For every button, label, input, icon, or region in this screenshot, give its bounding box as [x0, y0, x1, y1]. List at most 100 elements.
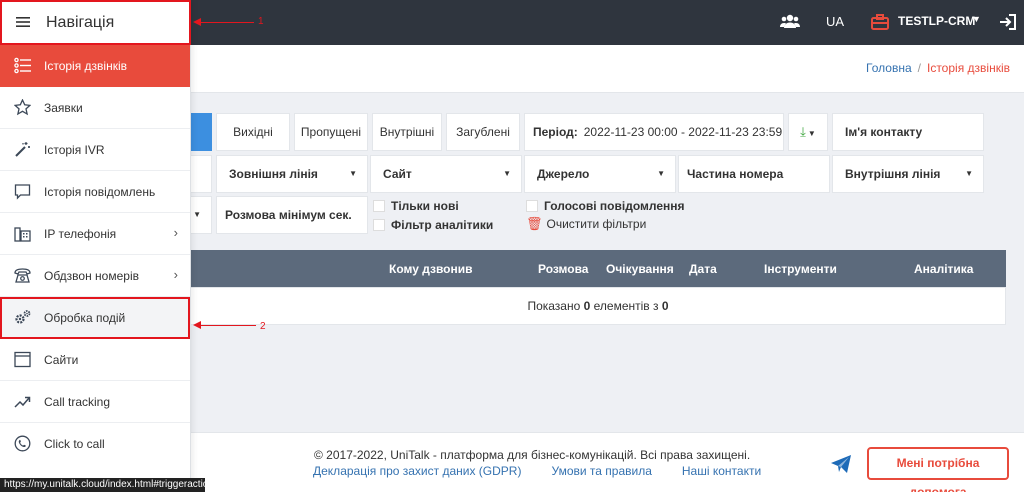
breadcrumb-home-link[interactable]: Головна	[866, 61, 912, 75]
empty-from: 0	[583, 299, 591, 313]
column-header-analytics: Аналітика	[914, 262, 974, 276]
browser-window-icon	[14, 351, 31, 368]
users-icon[interactable]	[780, 13, 800, 31]
sidebar-item-label: IP телефонія	[44, 227, 117, 241]
checkbox-box[interactable]	[526, 200, 538, 212]
sidebar-header: Навігація	[0, 0, 191, 45]
internal-line-select[interactable]: Внутрішня лінія ▼	[832, 155, 984, 193]
source-select[interactable]: Джерело ▼	[524, 155, 676, 193]
clear-filters-label: Очистити фільтри	[546, 217, 647, 231]
telephone-icon	[14, 268, 31, 283]
sidebar-item-label: Історія дзвінків	[44, 59, 128, 73]
analytics-filter-checkbox[interactable]: Фільтр аналітики	[373, 218, 493, 232]
number-part-input[interactable]: Частина номера	[678, 155, 830, 193]
chevron-down-icon: ▼	[503, 169, 511, 178]
sidebar: Навігація Історія дзвінків Заявки Історі…	[0, 0, 191, 492]
table-header: Кому дзвонив Розмова Очікування Дата Інс…	[190, 250, 1006, 287]
phone-station-icon	[14, 227, 31, 242]
checkbox-box[interactable]	[373, 219, 385, 231]
column-header-tools: Інструменти	[764, 262, 837, 276]
column-header-talk[interactable]: Розмова	[538, 262, 588, 276]
clear-filters-button[interactable]: 🗑 Очистити фільтри	[526, 216, 646, 232]
period-value: 2022-11-23 00:00 - 2022-11-23 23:59	[583, 125, 783, 139]
source-label: Джерело	[537, 167, 590, 181]
export-button[interactable]: ⤓ ▼	[788, 113, 828, 151]
analytics-filter-label: Фільтр аналітики	[391, 218, 494, 232]
annotation-arrow-2	[200, 325, 256, 326]
internal-line-label: Внутрішня лінія	[845, 167, 941, 181]
message-icon	[14, 184, 31, 200]
table-empty-row: Показано 0 елементів з 0	[190, 287, 1006, 325]
hamburger-menu-icon[interactable]	[16, 17, 30, 27]
briefcase-icon	[871, 14, 889, 30]
trend-icon	[14, 396, 31, 408]
empty-prefix: Показано	[527, 299, 581, 313]
logout-icon[interactable]	[999, 13, 1017, 31]
site-select[interactable]: Сайт ▼	[370, 155, 522, 193]
contacts-link[interactable]: Наші контакти	[682, 464, 761, 478]
annotation-number-2: 2	[260, 321, 266, 332]
annotation-number-1: 1	[258, 16, 264, 27]
copyright-text: © 2017-2022, UniTalk - платформа для біз…	[314, 448, 751, 462]
sidebar-item-label: Заявки	[44, 101, 83, 115]
sidebar-item-number-dialing[interactable]: Обдзвон номерів ›	[0, 255, 190, 297]
chevron-down-icon: ▼	[657, 169, 665, 178]
footer-links: Декларація про захист даних (GDPR) Умови …	[313, 464, 791, 478]
voice-messages-checkbox[interactable]: Голосові повідомлення	[526, 199, 685, 213]
external-line-label: Зовнішня лінія	[229, 167, 318, 181]
sidebar-item-label: Обдзвон номерів	[44, 269, 139, 283]
min-duration-input[interactable]: Розмова мінімум сек.	[216, 196, 368, 234]
sidebar-item-message-history[interactable]: Історія повідомлень	[0, 171, 190, 213]
chevron-right-icon: ›	[173, 225, 178, 240]
chevron-down-icon: ▼	[193, 210, 201, 219]
gears-icon	[15, 310, 31, 324]
telegram-icon[interactable]	[830, 454, 852, 474]
sidebar-item-ivr-history[interactable]: Історія IVR	[0, 129, 190, 171]
sidebar-item-click-to-call[interactable]: Click to call	[0, 423, 190, 465]
tab-internal[interactable]: Внутрішні	[372, 113, 442, 151]
list-icon	[14, 57, 31, 74]
help-button[interactable]: Мені потрібна допомога	[867, 447, 1009, 492]
site-label: Сайт	[383, 167, 412, 181]
voice-messages-label: Голосові повідомлення	[544, 199, 685, 213]
breadcrumb-separator: /	[917, 61, 921, 75]
chevron-down-icon: ▼	[965, 169, 973, 178]
sidebar-item-event-processing[interactable]: Обробка подій	[0, 297, 190, 339]
period-field[interactable]: Період: 2022-11-23 00:00 - 2022-11-23 23:…	[524, 113, 784, 151]
tab-missed[interactable]: Пропущені	[294, 113, 368, 151]
sidebar-item-call-history[interactable]: Історія дзвінків	[0, 45, 190, 87]
only-new-checkbox[interactable]: Тільки нові	[373, 199, 459, 213]
only-new-label: Тільки нові	[391, 199, 459, 213]
checkbox-box[interactable]	[373, 200, 385, 212]
annotation-arrow-1	[200, 22, 254, 23]
sidebar-item-call-tracking[interactable]: Call tracking	[0, 381, 190, 423]
column-header-wait[interactable]: Очікування	[606, 262, 674, 276]
tab-outgoing[interactable]: Вихідні	[216, 113, 290, 151]
sidebar-item-label: Call tracking	[44, 395, 111, 409]
sidebar-item-label: Click to call	[44, 437, 105, 451]
sidebar-item-ip-telephony[interactable]: IP телефонія ›	[0, 213, 190, 255]
external-line-select[interactable]: Зовнішня лінія ▼	[216, 155, 368, 193]
sidebar-item-label: Історія повідомлень	[44, 185, 156, 199]
empty-total: 0	[661, 299, 669, 313]
terms-link[interactable]: Умови та правила	[551, 464, 651, 478]
gdpr-link[interactable]: Декларація про захист даних (GDPR)	[313, 464, 521, 478]
sidebar-item-label: Обробка подій	[44, 311, 126, 325]
tab-lost[interactable]: Загублені	[446, 113, 520, 151]
status-bar-url: https://my.unitalk.cloud/index.html#trig…	[0, 478, 214, 492]
star-icon	[14, 99, 31, 116]
chevron-down-icon: ▼	[349, 169, 357, 178]
chevron-down-icon: ▼	[807, 129, 816, 138]
language-switch[interactable]: UA	[826, 14, 844, 29]
column-header-date[interactable]: Дата	[689, 262, 717, 276]
contact-name-input[interactable]: Ім'я контакту	[832, 113, 984, 151]
sidebar-item-sites[interactable]: Сайти	[0, 339, 190, 381]
account-name[interactable]: TESTLP-CRM	[898, 14, 975, 28]
phone-circle-icon	[14, 435, 31, 452]
sidebar-item-requests[interactable]: Заявки	[0, 87, 190, 129]
chevron-down-icon[interactable]: ▼	[972, 14, 981, 24]
breadcrumb: Головна / Історія дзвінків	[866, 61, 1010, 75]
download-icon: ⤓	[800, 124, 806, 139]
magic-wand-icon	[15, 142, 30, 157]
column-header-callee[interactable]: Кому дзвонив	[389, 262, 473, 276]
